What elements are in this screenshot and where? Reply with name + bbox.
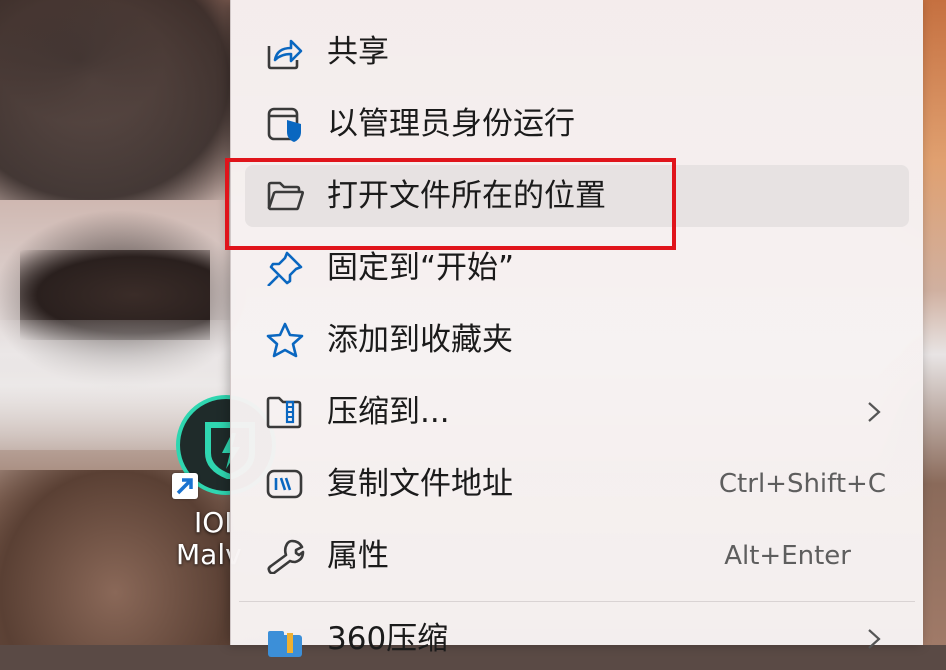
context-menu: 共享 以管理员身份运行 打开文件所在的位置 固定到“开始” 添加到收藏夹 压缩到… — [230, 0, 923, 657]
menu-item-label: 添加到收藏夹 — [327, 322, 513, 358]
360-zip-icon — [265, 621, 305, 657]
shortcut-arrow-icon — [172, 473, 198, 499]
wallpaper-edge — [922, 0, 946, 645]
chevron-right-icon — [867, 628, 881, 650]
menu-item-properties[interactable]: 属性 Alt+Enter — [245, 525, 909, 587]
chevron-right-icon — [867, 401, 881, 423]
keyboard-shortcut: Ctrl+Shift+C — [718, 469, 886, 499]
menu-item-add-to-favorites[interactable]: 添加到收藏夹 — [245, 309, 909, 371]
menu-item-360-zip[interactable]: 360压缩 — [245, 608, 909, 670]
menu-item-label: 以管理员身份运行 — [327, 106, 575, 142]
menu-item-label: 属性 — [327, 538, 389, 574]
highlight-annotation-box — [225, 158, 676, 250]
shield-admin-icon — [265, 106, 305, 142]
menu-item-run-as-admin[interactable]: 以管理员身份运行 — [245, 93, 909, 155]
wallpaper-rock — [0, 0, 230, 200]
keyboard-shortcut: Alt+Enter — [724, 541, 851, 571]
menu-item-compress-to[interactable]: 压缩到... — [245, 381, 909, 443]
menu-item-share[interactable]: 共享 — [245, 21, 909, 83]
menu-item-label: 复制文件地址 — [327, 466, 513, 502]
menu-item-label: 360压缩 — [327, 621, 449, 657]
menu-item-label: 共享 — [327, 34, 389, 70]
wrench-icon — [265, 538, 305, 575]
pin-icon — [265, 250, 305, 287]
zip-folder-icon — [265, 394, 305, 430]
menu-item-label: 压缩到... — [327, 394, 450, 430]
star-icon — [265, 322, 305, 358]
copy-path-icon — [265, 466, 305, 502]
share-icon — [265, 34, 305, 70]
menu-separator — [239, 601, 915, 602]
menu-item-copy-file-path[interactable]: 复制文件地址 Ctrl+Shift+C — [245, 453, 909, 515]
